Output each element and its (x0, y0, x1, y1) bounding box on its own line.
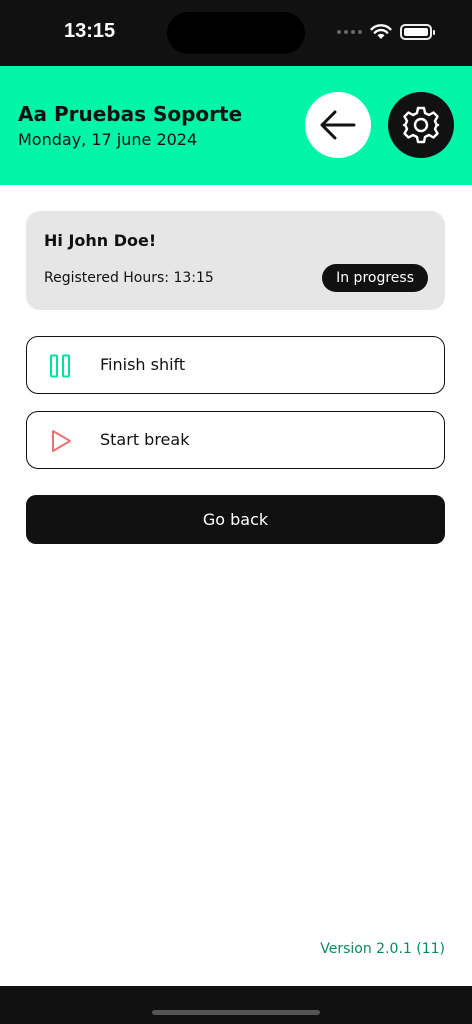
arrow-left-icon (320, 110, 356, 140)
status-indicators (337, 22, 435, 42)
app-header: Aa Pruebas Soporte Monday, 17 june 2024 (0, 66, 472, 185)
registered-hours: Registered Hours: 13:15 (44, 270, 214, 286)
greeting-text: Hi John Doe! (44, 231, 157, 250)
settings-button[interactable] (388, 92, 454, 158)
home-indicator[interactable] (152, 1010, 320, 1015)
pause-icon (50, 354, 70, 378)
start-break-label: Start break (100, 430, 190, 449)
current-date: Monday, 17 june 2024 (18, 130, 198, 149)
play-icon (52, 430, 71, 452)
battery-icon (400, 24, 435, 40)
bottom-bar (0, 986, 472, 1024)
dynamic-island (167, 12, 305, 54)
status-bar: 13:15 (0, 0, 472, 66)
finish-shift-button[interactable]: Finish shift (26, 336, 445, 394)
status-time: 13:15 (64, 20, 116, 42)
cellular-signal-icon (337, 30, 362, 34)
status-badge: In progress (322, 264, 428, 292)
gear-icon (402, 106, 440, 144)
go-back-button[interactable]: Go back (26, 495, 445, 544)
finish-shift-label: Finish shift (100, 355, 186, 374)
shift-summary-card: Hi John Doe! Registered Hours: 13:15 In … (26, 211, 445, 310)
version-label: Version 2.0.1 (11) (320, 941, 445, 957)
page-title: Aa Pruebas Soporte (18, 102, 243, 126)
wifi-icon (370, 24, 392, 39)
start-break-button[interactable]: Start break (26, 411, 445, 469)
back-button[interactable] (305, 92, 371, 158)
